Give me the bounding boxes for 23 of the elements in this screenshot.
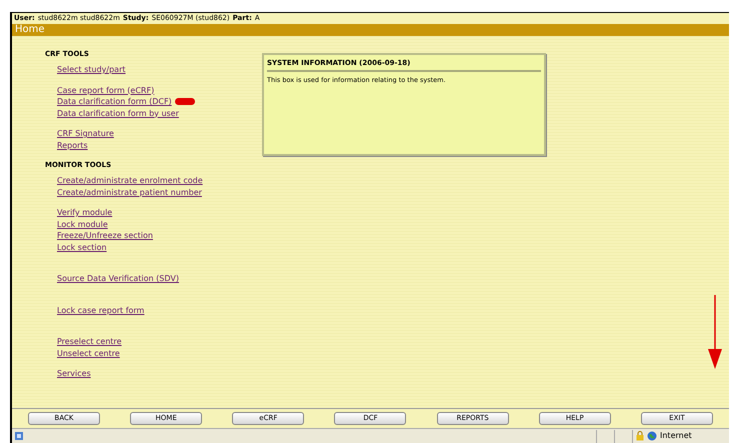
menu-link[interactable]: Verify module: [57, 207, 112, 218]
menu-link[interactable]: Create/administrate patient number: [57, 186, 202, 198]
menu-link[interactable]: Lock section: [57, 242, 107, 253]
menu-link[interactable]: Lock case report form: [57, 304, 144, 316]
menu-link[interactable]: Reports: [57, 140, 88, 151]
menu-link[interactable]: Case report form (eCRF): [57, 84, 154, 96]
page-icon: [14, 431, 24, 441]
zone-label: Internet: [660, 430, 692, 442]
menu-link[interactable]: Data clarification form (DCF): [57, 96, 172, 108]
globe-icon: [647, 431, 657, 441]
menu-link[interactable]: Preselect centre: [57, 336, 122, 348]
page-title-bar: Home: [12, 24, 729, 36]
down-arrow-icon: [708, 295, 722, 369]
menu-link[interactable]: Unselect centre: [57, 348, 120, 359]
menu-link[interactable]: Lock module: [57, 218, 108, 230]
menu-link[interactable]: Source Data Verification (SDV): [57, 273, 179, 284]
menu-link[interactable]: Services: [57, 368, 91, 380]
menu-link[interactable]: CRF Signature: [57, 128, 114, 140]
padlock-icon: [636, 431, 644, 441]
menu-link[interactable]: Data clarification form by user: [57, 108, 179, 119]
menu-link[interactable]: Select study/part: [57, 64, 126, 76]
menu-link[interactable]: Freeze/Unfreeze section: [57, 230, 153, 242]
menu-link[interactable]: Create/administrate enrolment code: [57, 175, 203, 186]
